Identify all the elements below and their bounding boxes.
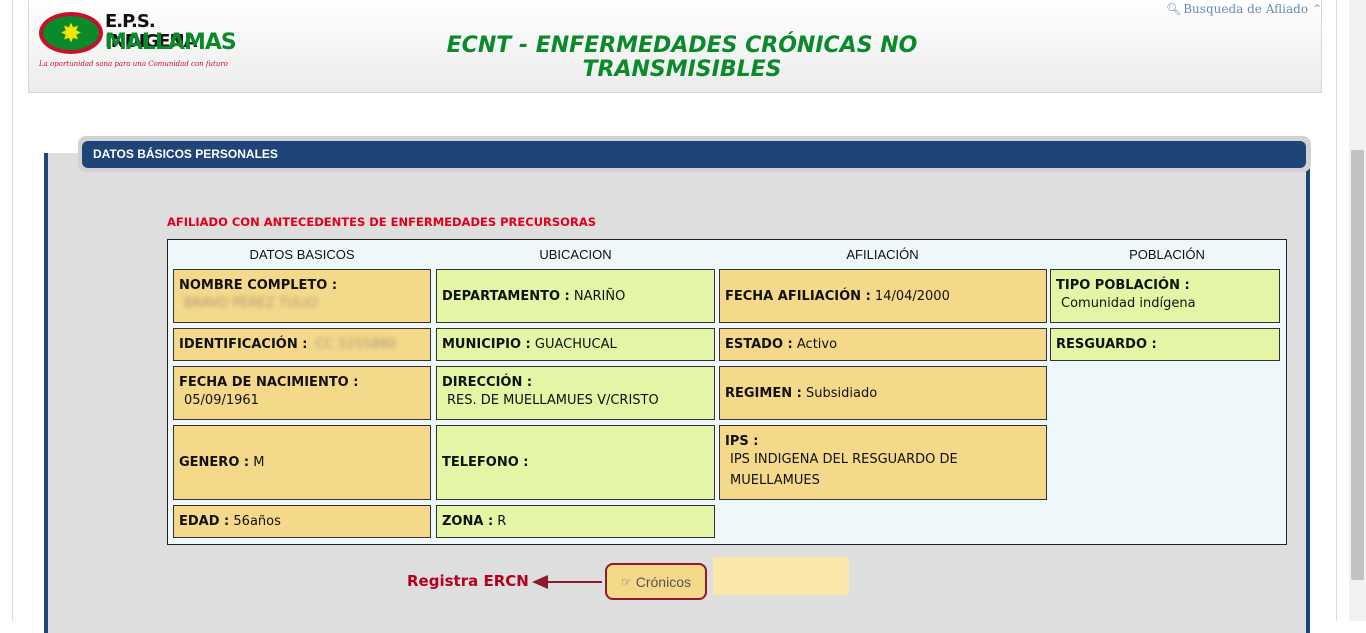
page-right-border xyxy=(1336,0,1337,621)
municipio-value: GUACHUCAL xyxy=(534,337,617,352)
direccion-value: RES. DE MUELLAMUES V/CRISTO xyxy=(447,393,659,408)
column-header-datos-basicos: DATOS BASICOS xyxy=(249,247,355,262)
cronicos-button[interactable]: ☞ Crónicos xyxy=(605,563,707,600)
telefono-cell: TELEFONO : xyxy=(436,425,715,500)
page-title: ECNT - ENFERMEDADES CRÓNICAS NO TRANSMIS… xyxy=(446,33,918,82)
scrollbar-thumb[interactable] xyxy=(1351,150,1364,580)
ips-value: IPS INDIGENA DEL RESGUARDO DE MUELLAMUES xyxy=(730,452,958,488)
identificacion-cell: IDENTIFICACIÓN : CC 5255880 xyxy=(173,328,431,361)
search-icon: 🔍︎ xyxy=(1166,2,1182,16)
fecha-afiliacion-value: 14/04/2000 xyxy=(874,288,950,304)
search-affiliate-link[interactable]: 🔍︎ Busqueda de Afliado ⌃ xyxy=(1166,2,1322,16)
tipo-poblacion-cell: TIPO POBLACIÓN : Comunidad indígena xyxy=(1050,269,1280,323)
column-header-poblacion: POBLACIÓN xyxy=(1129,247,1205,262)
page-left-border xyxy=(12,0,13,621)
nombre-completo-cell: NOMBRE COMPLETO : BRAVO PEREZ TULIO xyxy=(173,269,431,323)
registra-ercn-label: Registra ERCN xyxy=(407,572,529,590)
regimen-value: Subsidiado xyxy=(805,385,878,401)
logo-tagline: La oportunidad sana para una Comunidad c… xyxy=(39,60,228,68)
edad-value: 56años xyxy=(233,514,281,529)
departamento-cell: DEPARTAMENTO : NARIÑO xyxy=(436,269,715,323)
cronicos-button-label: Crónicos xyxy=(635,573,691,590)
regimen-cell: REGIMEN : Subsidiado xyxy=(719,366,1047,420)
column-header-ubicacion: UBICACION xyxy=(539,247,612,262)
search-affiliate-label: Busqueda de Afliado xyxy=(1183,2,1309,16)
hand-pointer-icon: ☞ xyxy=(620,574,632,589)
zona-cell: ZONA : R xyxy=(436,505,715,538)
logo-text-line2: MALLAMAS xyxy=(105,30,237,55)
estado-value: Activo xyxy=(796,337,838,352)
logo-badge: ✸ xyxy=(39,12,103,54)
fecha-nacimiento-cell: FECHA DE NACIMIENTO : 05/09/1961 xyxy=(173,366,431,420)
genero-cell: GENERO : M xyxy=(173,425,431,500)
panel-title: DATOS BÁSICOS PERSONALES xyxy=(82,141,1306,168)
eps-logo: ✸ E.P.S. INDIGENA MALLAMAS La oportunida… xyxy=(39,12,237,74)
direccion-cell: DIRECCIÓN : RES. DE MUELLAMUES V/CRISTO xyxy=(436,366,715,420)
tipo-poblacion-value: Comunidad indígena xyxy=(1061,296,1196,311)
departamento-value: NARIÑO xyxy=(573,288,626,304)
fecha-afiliacion-cell: FECHA AFILIACIÓN : 14/04/2000 xyxy=(719,269,1047,323)
left-arrow-icon xyxy=(532,575,602,589)
precursor-alert: AFILIADO CON ANTECEDENTES DE ENFERMEDADE… xyxy=(167,215,596,229)
column-header-afiliacion: AFILIACIÓN xyxy=(846,247,919,262)
estado-cell: ESTADO : Activo xyxy=(719,328,1047,361)
highlight-box xyxy=(713,557,849,595)
identificacion-value: CC 5255880 xyxy=(315,337,396,352)
municipio-cell: MUNICIPIO : GUACHUCAL xyxy=(436,328,715,361)
resguardo-cell: RESGUARDO : xyxy=(1050,328,1280,361)
zona-value: R xyxy=(497,514,507,529)
genero-value: M xyxy=(253,455,265,470)
sun-star-icon: ✸ xyxy=(60,18,82,48)
affiliate-data-grid: DATOS BASICOS UBICACION AFILIACIÓN POBLA… xyxy=(167,239,1287,545)
chevron-up-icon[interactable]: ⌃ xyxy=(1312,2,1322,16)
page-header: ✸ E.P.S. INDIGENA MALLAMAS La oportunida… xyxy=(28,0,1322,93)
vertical-scrollbar[interactable] xyxy=(1349,0,1366,621)
ips-cell: IPS : IPS INDIGENA DEL RESGUARDO DE MUEL… xyxy=(719,425,1047,500)
edad-cell: EDAD : 56años xyxy=(173,505,431,538)
nombre-completo-value: BRAVO PEREZ TULIO xyxy=(184,296,318,311)
fecha-nacimiento-value: 05/09/1961 xyxy=(184,393,259,408)
